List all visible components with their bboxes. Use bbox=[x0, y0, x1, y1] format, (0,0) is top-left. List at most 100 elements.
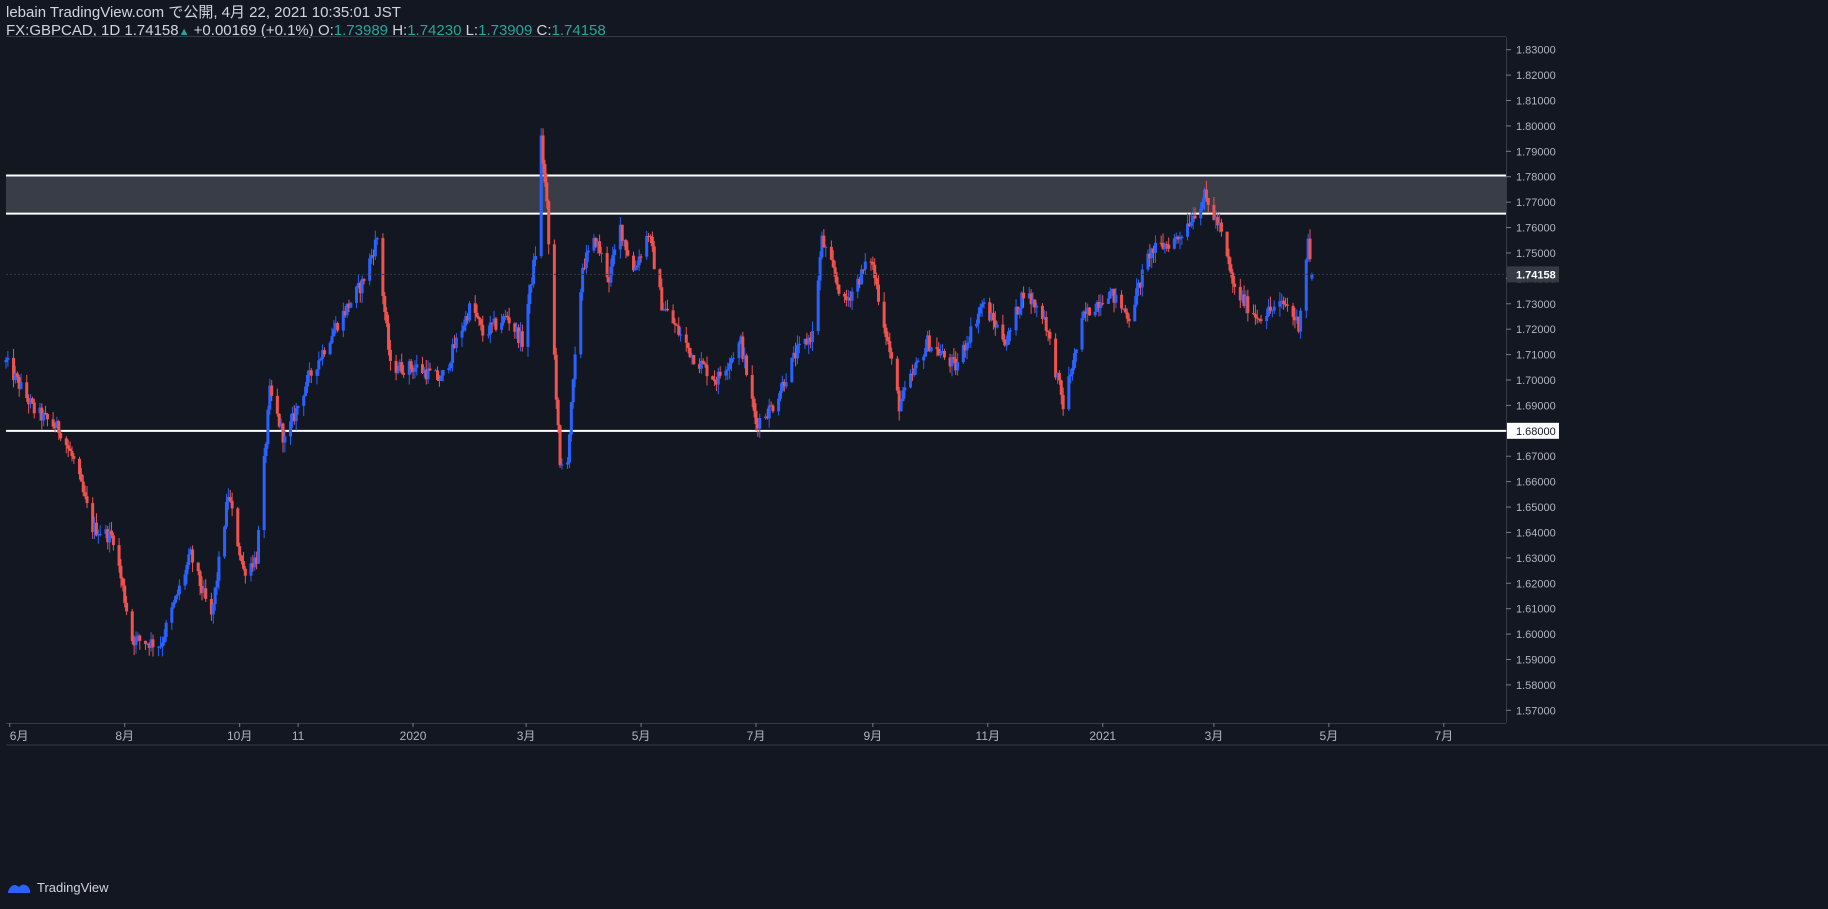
candle-body bbox=[328, 342, 332, 355]
time-tick-label: 2021 bbox=[1089, 729, 1116, 743]
candle-body bbox=[204, 588, 208, 599]
price-tick-label: 1.73000 bbox=[1516, 299, 1556, 311]
price-tick-label: 1.83000 bbox=[1516, 45, 1556, 57]
candle-body bbox=[914, 361, 918, 369]
candle-body bbox=[991, 312, 995, 321]
candle-body bbox=[64, 438, 68, 446]
candle-body bbox=[837, 284, 841, 294]
candle-body bbox=[125, 602, 129, 612]
candle-body bbox=[980, 304, 984, 308]
candle-body bbox=[1304, 259, 1308, 311]
candle-body bbox=[302, 395, 306, 406]
candle-body bbox=[684, 334, 688, 343]
candle-body bbox=[355, 286, 359, 303]
candle-body bbox=[942, 351, 946, 358]
candle-body bbox=[428, 368, 432, 371]
candle-body bbox=[85, 496, 89, 504]
price-tick-label: 1.63000 bbox=[1516, 553, 1556, 565]
candle-body bbox=[243, 568, 247, 576]
candle-body bbox=[66, 445, 70, 449]
candle-body bbox=[473, 303, 477, 313]
candle-body bbox=[1259, 319, 1263, 322]
candle-body bbox=[368, 258, 372, 281]
price-tick-label: 1.72000 bbox=[1516, 324, 1556, 336]
last-price-tag: 1.74158 bbox=[1516, 269, 1556, 281]
candle-body bbox=[185, 565, 189, 575]
candle-body bbox=[754, 410, 758, 424]
candle-body bbox=[895, 358, 899, 391]
time-tick-label: 11 bbox=[292, 729, 305, 743]
price-tick-label: 1.62000 bbox=[1516, 578, 1556, 590]
candle-body bbox=[1048, 331, 1052, 339]
candle-body bbox=[658, 269, 662, 288]
candle-body bbox=[174, 595, 178, 603]
candle-body bbox=[633, 267, 637, 271]
candle-body bbox=[481, 324, 485, 336]
candle-body bbox=[177, 585, 181, 595]
candle-body bbox=[673, 323, 677, 325]
candle-body bbox=[1227, 256, 1231, 265]
candle-body bbox=[624, 240, 628, 251]
candle-body bbox=[584, 252, 588, 268]
candle-body bbox=[241, 561, 245, 569]
price-tick-label: 1.59000 bbox=[1516, 654, 1556, 666]
candle-body bbox=[882, 301, 886, 328]
candle-body bbox=[816, 280, 820, 332]
candle-body bbox=[1251, 313, 1255, 315]
candle-body bbox=[1189, 222, 1193, 227]
candle-body bbox=[1278, 301, 1282, 307]
candle-body bbox=[956, 362, 960, 371]
candle-body bbox=[675, 324, 679, 326]
candle-body bbox=[196, 562, 200, 572]
candle-body bbox=[1282, 300, 1286, 305]
resistance-zone[interactable] bbox=[6, 175, 1506, 214]
candle-body bbox=[383, 296, 387, 313]
candle-body bbox=[32, 402, 36, 414]
candle-body bbox=[19, 382, 23, 389]
candle-body bbox=[121, 578, 125, 586]
footer-brand[interactable]: TradingView bbox=[6, 880, 109, 895]
candle-body bbox=[294, 407, 298, 422]
price-tick-label: 1.76000 bbox=[1516, 223, 1556, 235]
candle-body bbox=[671, 310, 675, 324]
candle-body bbox=[899, 401, 903, 412]
candle-body bbox=[861, 269, 865, 271]
candle-body bbox=[283, 436, 287, 443]
candle-body bbox=[1059, 380, 1063, 395]
candle-body bbox=[860, 269, 864, 285]
candle-body bbox=[1114, 294, 1118, 303]
candle-body bbox=[705, 364, 709, 377]
candle-body bbox=[400, 362, 404, 373]
candle-body bbox=[130, 611, 134, 642]
candle-body bbox=[500, 322, 504, 330]
candle-body bbox=[230, 500, 234, 509]
candle-body bbox=[164, 622, 168, 637]
candle-body bbox=[1123, 308, 1127, 313]
price-chart[interactable]: 1.83000 1.82000 1.81000 1.80000 1.79000 1.780… bbox=[0, 0, 1828, 909]
candle-body bbox=[1074, 349, 1078, 354]
candle-body bbox=[784, 382, 788, 387]
time-tick-label: 5月 bbox=[632, 729, 651, 743]
candle-body bbox=[479, 319, 483, 325]
candle-body bbox=[270, 385, 274, 396]
candle-body bbox=[1265, 315, 1269, 322]
candle-body bbox=[824, 246, 828, 248]
candle-body bbox=[571, 379, 575, 403]
candle-body bbox=[1046, 330, 1050, 332]
price-tick-label: 1.71000 bbox=[1516, 350, 1556, 362]
candle-body bbox=[1140, 269, 1144, 288]
candle-body bbox=[1204, 189, 1208, 198]
candle-body bbox=[790, 357, 794, 383]
candle-body bbox=[652, 246, 656, 270]
candle-body bbox=[545, 182, 549, 202]
candle-body bbox=[1272, 306, 1276, 311]
candle-body bbox=[713, 379, 717, 382]
price-tick-label: 1.78000 bbox=[1516, 172, 1556, 184]
candle-body bbox=[447, 368, 451, 371]
support-price-tag: 1.68000 bbox=[1516, 426, 1556, 438]
candle-body bbox=[605, 253, 609, 278]
candle-body bbox=[560, 464, 564, 466]
candle-body bbox=[850, 291, 854, 301]
candle-body bbox=[833, 267, 837, 277]
candle-body bbox=[68, 448, 72, 451]
